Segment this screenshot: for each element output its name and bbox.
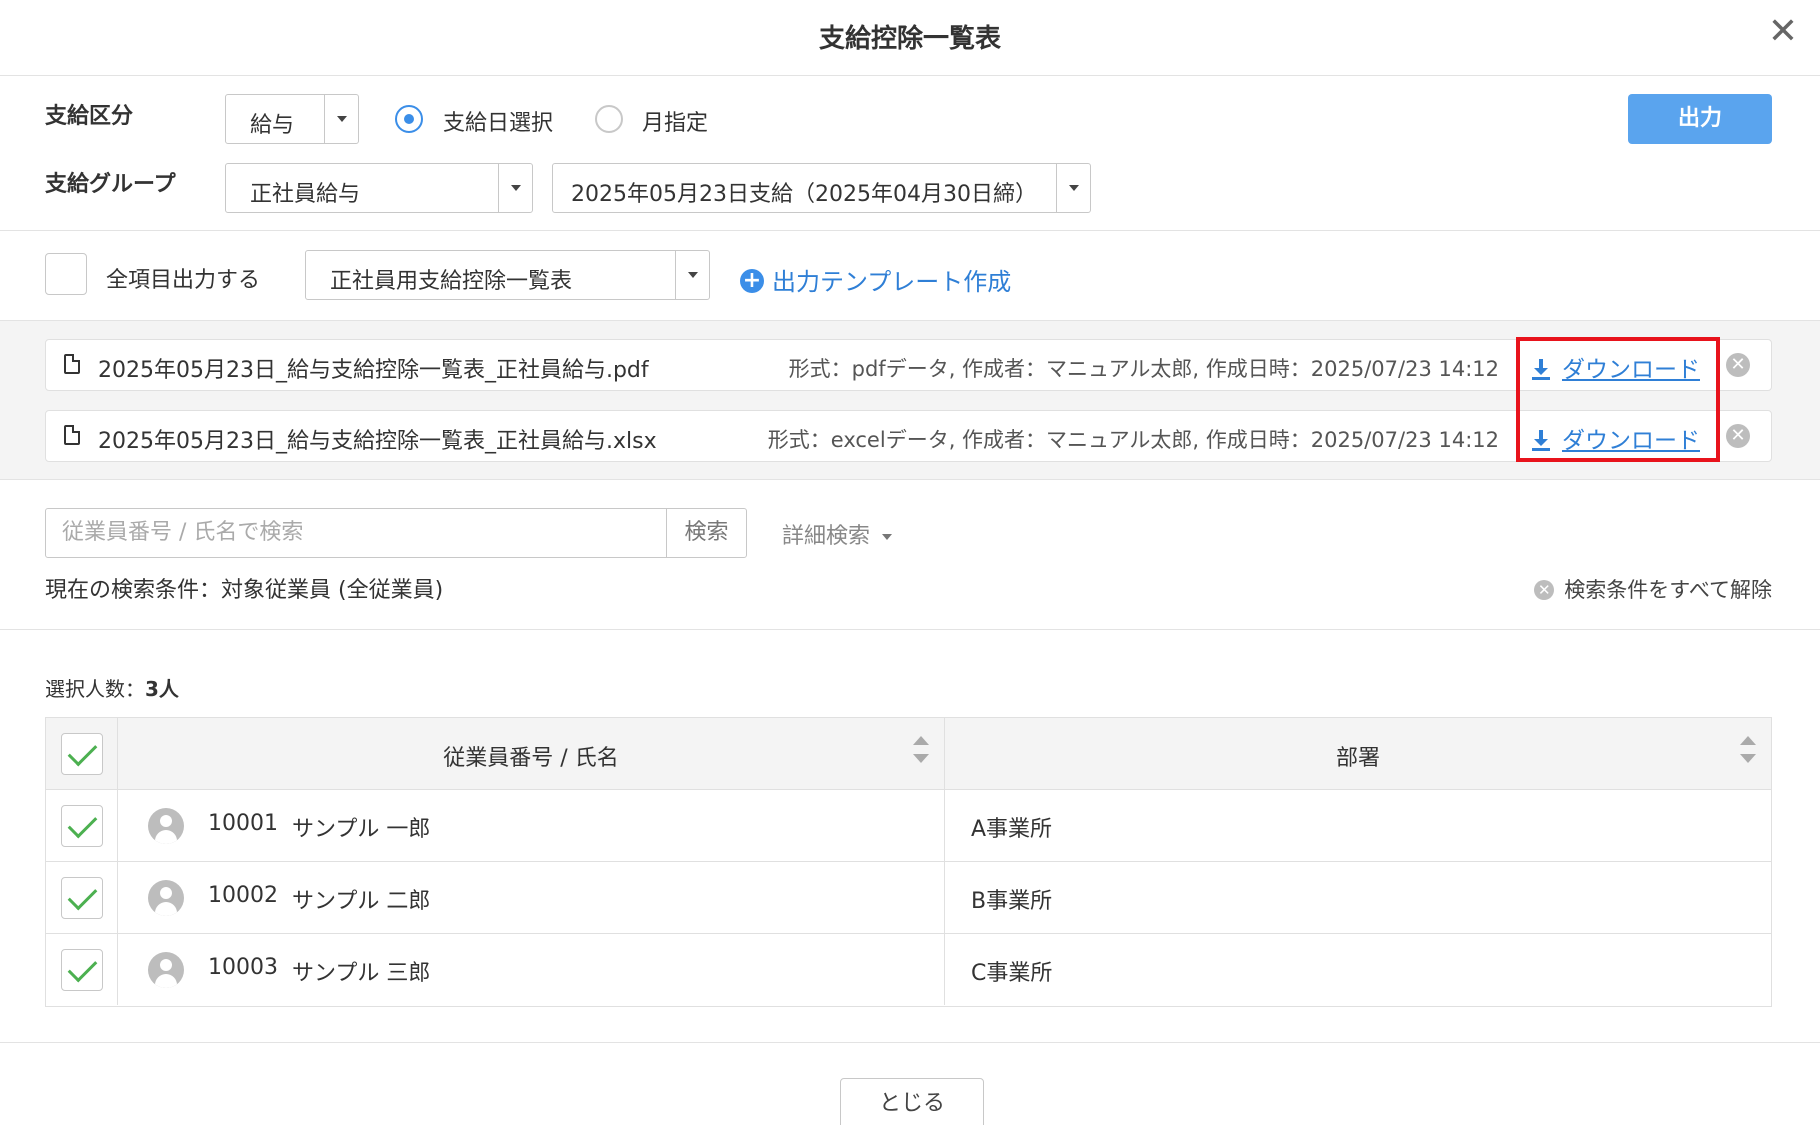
pay-type-value: 給与 — [250, 113, 295, 138]
divider — [0, 629, 1820, 630]
row-checkbox[interactable] — [61, 805, 103, 847]
row-checkbox[interactable] — [61, 949, 103, 991]
output-button[interactable]: 出力 — [1628, 94, 1772, 144]
header-name-cell[interactable]: 従業員番号 / 氏名 — [118, 718, 945, 789]
clear-conditions-label: 検索条件をすべて解除 — [1564, 578, 1772, 602]
group-select[interactable]: 正社員給与 — [225, 163, 533, 213]
payday-value: 2025年05月23日支給（2025年04月30日締） — [571, 182, 1037, 207]
pay-type-select[interactable]: 給与 — [225, 94, 359, 144]
employee-name: サンプル 二郎 — [292, 889, 431, 914]
file-meta: 形式：pdfデータ, 作成者：マニュアル太郎, 作成日時：2025/07/23 … — [788, 357, 1499, 381]
dept-cell: C事業所 — [945, 934, 1771, 1005]
row-checkbox-cell — [46, 862, 118, 933]
department: A事業所 — [971, 817, 1053, 842]
advanced-search-label: 詳細検索 — [782, 524, 871, 549]
avatar-icon — [148, 952, 184, 988]
employee-name: サンプル 一郎 — [292, 817, 431, 842]
file-icon — [64, 425, 80, 445]
selection-count-label: 選択人数： — [45, 677, 145, 701]
current-conditions: 現在の検索条件：対象従業員 (全従業員) — [45, 578, 444, 603]
file-meta: 形式：excelデータ, 作成者：マニュアル太郎, 作成日時：2025/07/2… — [767, 428, 1499, 452]
divider — [0, 1042, 1820, 1043]
create-template-link[interactable]: + 出力テンプレート作成 — [740, 262, 1011, 297]
modal-title: 支給控除一覧表 — [818, 24, 1001, 54]
radio-month[interactable] — [595, 105, 623, 133]
delete-file-icon[interactable]: ✕ — [1726, 424, 1750, 448]
select-all-checkbox[interactable] — [61, 733, 103, 775]
clear-icon: ✕ — [1534, 579, 1555, 600]
plus-circle-icon: + — [740, 269, 764, 293]
row-checkbox-cell — [46, 934, 118, 1005]
template-value: 正社員用支給控除一覧表 — [330, 269, 573, 294]
row-checkbox-cell — [46, 790, 118, 861]
column-header-name: 従業員番号 / 氏名 — [443, 746, 619, 771]
row-checkbox[interactable] — [61, 877, 103, 919]
employee-id: 10003 — [208, 955, 278, 980]
search-input[interactable]: 従業員番号 / 氏名で検索 — [45, 508, 667, 558]
table-row: 10001 サンプル 一郎 A事業所 — [46, 790, 1771, 862]
department: B事業所 — [971, 889, 1053, 914]
dept-cell: B事業所 — [945, 862, 1771, 933]
selection-count-value: 3人 — [145, 677, 179, 701]
header-checkbox-cell — [46, 718, 118, 789]
name-cell: 10003 サンプル 三郎 — [118, 934, 945, 1005]
department: C事業所 — [971, 961, 1053, 986]
dept-cell: A事業所 — [945, 790, 1771, 861]
create-template-label: 出力テンプレート作成 — [772, 268, 1012, 296]
table-row: 10002 サンプル 二郎 B事業所 — [46, 862, 1771, 934]
all-items-label: 全項目出力する — [106, 268, 261, 293]
column-header-dept: 部署 — [1335, 746, 1380, 771]
search-button[interactable]: 検索 — [666, 508, 747, 558]
clear-conditions-link[interactable]: ✕ 検索条件をすべて解除 — [1534, 574, 1772, 604]
file-row: 2025年05月23日_給与支給控除一覧表_正社員給与.xlsx 形式：exce… — [45, 410, 1772, 462]
name-cell: 10002 サンプル 二郎 — [118, 862, 945, 933]
download-highlight-box — [1516, 337, 1720, 462]
employee-id: 10001 — [208, 811, 278, 836]
sort-icon[interactable] — [1739, 736, 1757, 770]
close-button[interactable]: とじる — [840, 1078, 984, 1125]
group-value: 正社員給与 — [250, 182, 361, 207]
selection-count: 選択人数：3人 — [45, 673, 179, 702]
radio-payday[interactable] — [395, 105, 423, 133]
employee-id: 10002 — [208, 883, 278, 908]
all-items-checkbox[interactable] — [45, 253, 87, 295]
chevron-down-icon — [324, 95, 358, 143]
sort-icon[interactable] — [912, 736, 930, 770]
group-label: 支給グループ — [45, 172, 176, 197]
pay-type-label: 支給区分 — [45, 104, 134, 129]
radio-month-label: 月指定 — [642, 111, 709, 136]
employee-name: サンプル 三郎 — [292, 961, 431, 986]
header-dept-cell[interactable]: 部署 — [945, 718, 1771, 789]
avatar-icon — [148, 880, 184, 916]
caret-down-icon — [882, 534, 893, 540]
file-name: 2025年05月23日_給与支給控除一覧表_正社員給与.xlsx — [98, 429, 657, 454]
file-name: 2025年05月23日_給与支給控除一覧表_正社員給与.pdf — [98, 358, 649, 383]
close-icon[interactable]: ✕ — [1768, 14, 1798, 50]
file-icon — [64, 354, 80, 374]
delete-file-icon[interactable]: ✕ — [1726, 353, 1750, 377]
chevron-down-icon — [675, 251, 709, 299]
modal-header: 支給控除一覧表 ✕ — [0, 0, 1820, 76]
name-cell: 10001 サンプル 一郎 — [118, 790, 945, 861]
template-select[interactable]: 正社員用支給控除一覧表 — [305, 250, 710, 300]
file-row: 2025年05月23日_給与支給控除一覧表_正社員給与.pdf 形式：pdfデー… — [45, 339, 1772, 391]
avatar-icon — [148, 808, 184, 844]
table-header-row: 従業員番号 / 氏名 部署 — [46, 718, 1771, 790]
divider — [0, 230, 1820, 231]
chevron-down-icon — [1056, 164, 1090, 212]
employee-table: 従業員番号 / 氏名 部署 10001 サンプル 一郎 A事業所 10002 サ… — [45, 717, 1772, 1007]
payday-select[interactable]: 2025年05月23日支給（2025年04月30日締） — [552, 163, 1091, 213]
chevron-down-icon — [498, 164, 532, 212]
table-row: 10003 サンプル 三郎 C事業所 — [46, 934, 1771, 1006]
advanced-search-toggle[interactable]: 詳細検索 — [782, 518, 893, 550]
radio-payday-label: 支給日選択 — [443, 111, 554, 136]
